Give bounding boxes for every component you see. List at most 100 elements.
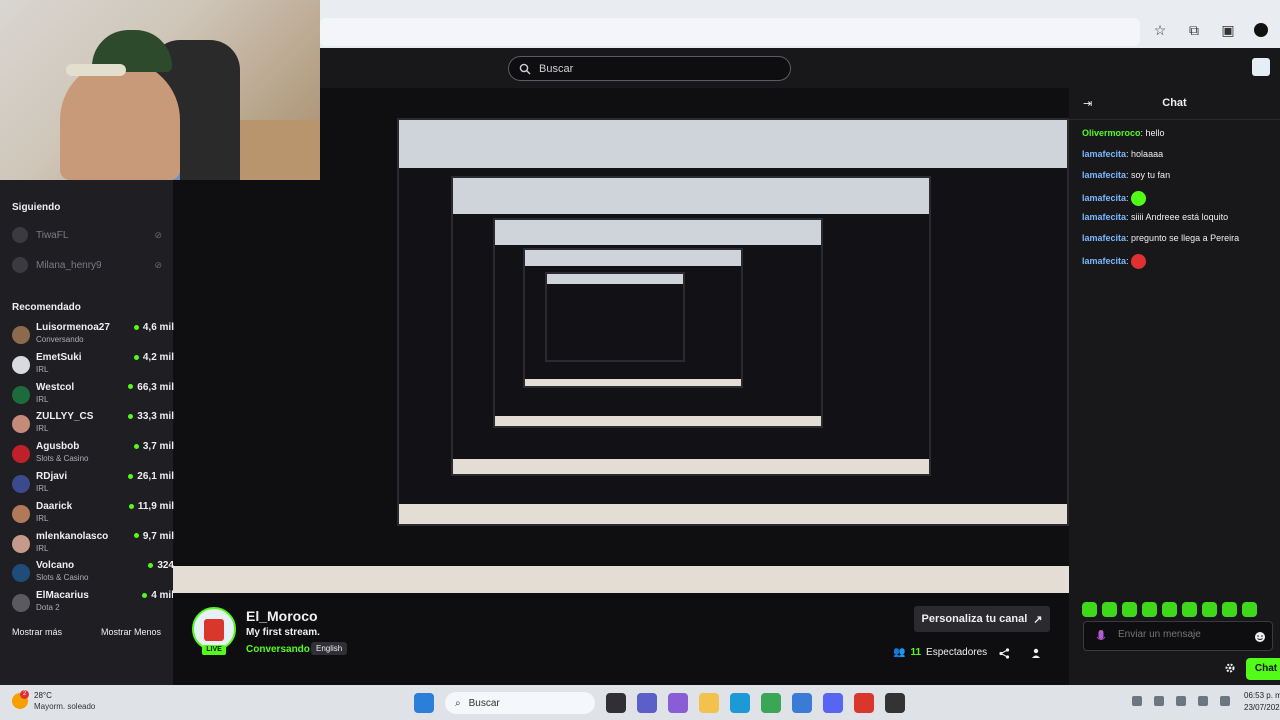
chat-text: soy tu fan (1131, 170, 1171, 180)
clock[interactable]: 06:53 p. m. 23/07/2024 (1244, 690, 1280, 714)
emote-icon[interactable] (1242, 602, 1257, 617)
store-icon[interactable] (792, 693, 812, 713)
emote-icon[interactable] (1182, 602, 1197, 617)
discord-icon[interactable] (823, 693, 843, 713)
address-bar[interactable] (320, 18, 1140, 46)
emote-icon[interactable] (1162, 602, 1177, 617)
cloud-icon[interactable] (1154, 696, 1164, 706)
chat-input-box[interactable] (1083, 621, 1273, 651)
app-icon[interactable] (854, 693, 874, 713)
search-icon: ⌕ (455, 697, 461, 709)
chevron-up-icon[interactable] (1132, 696, 1142, 706)
channel-category: IRL (36, 424, 49, 434)
follow-user-icon[interactable] (1031, 648, 1042, 659)
emote-icon[interactable] (1122, 602, 1137, 617)
language-tag[interactable]: English (311, 642, 348, 655)
emote-icon[interactable] (1202, 602, 1217, 617)
channel-avatar (12, 475, 30, 493)
gear-icon[interactable] (1224, 662, 1236, 674)
following-name: Milana_henry9 (36, 259, 102, 271)
emote-icon[interactable] (1142, 602, 1157, 617)
show-more-link[interactable]: Mostrar más (12, 627, 62, 637)
clock-time: 06:53 p. m. (1244, 691, 1280, 700)
live-dot-icon (128, 473, 134, 479)
mic-tray-icon[interactable] (1176, 696, 1186, 706)
share-icon[interactable] (999, 648, 1010, 659)
star-icon[interactable]: ☆ (1152, 22, 1168, 38)
viewer-count: 9,7 mil (133, 531, 174, 542)
recommended-item[interactable]: Luisormenoa27 Conversando 4,6 mil (12, 322, 174, 350)
channel-name: ZULLYY_CS (36, 411, 94, 423)
volume-icon[interactable] (1220, 696, 1230, 706)
channel-name: Luisormenoa27 (36, 322, 110, 333)
profile-icon[interactable] (1254, 23, 1268, 37)
show-less-link[interactable]: Mostrar Menos (101, 627, 161, 637)
emote-icon[interactable] (1082, 602, 1097, 617)
personalize-button[interactable]: Personaliza tu canal ↗ (914, 606, 1050, 632)
sidebar-icon[interactable]: ▣ (1220, 22, 1236, 38)
stream-info: LIVE El_Moroco My first stream. Conversa… (173, 593, 1069, 685)
task-view-icon[interactable] (606, 693, 626, 713)
chat-header: ⇥ Chat (1069, 88, 1280, 120)
chat-panel: ⇥ Chat Olivermoroco: hello lamafecita: ho… (1069, 88, 1280, 685)
channel-category: Slots & Casino (36, 454, 89, 464)
following-item[interactable]: TiwaFL ⊘ (12, 225, 162, 245)
search-input[interactable]: Buscar (508, 56, 791, 81)
emote-icon[interactable] (1102, 602, 1117, 617)
following-item[interactable]: Milana_henry9 ⊘ (12, 255, 162, 275)
channel-name: ElMacarius (36, 590, 89, 602)
recommended-item[interactable]: Agusbob Slots & Casino 3,7 mil (12, 441, 174, 469)
chat-username[interactable]: Olivermoroco (1082, 128, 1141, 138)
stream-category[interactable]: Conversando (246, 644, 310, 655)
chat-message: lamafecita: siiii Andreee está loquito (1082, 212, 1229, 222)
recommended-item[interactable]: mlenkanolasco IRL 9,7 mil (12, 530, 174, 559)
chat-username[interactable]: lamafecita (1082, 256, 1126, 266)
channel-category: IRL (36, 543, 49, 553)
chat-send-button[interactable]: Chat (1246, 658, 1280, 680)
windows-start-icon[interactable] (414, 693, 434, 713)
system-tray[interactable] (1132, 696, 1230, 706)
recommended-item[interactable]: Volcano Slots & Casino 324 (12, 560, 174, 588)
chat-username[interactable]: lamafecita (1082, 212, 1126, 222)
chat-input[interactable] (1118, 629, 1248, 640)
chat-username[interactable]: lamafecita (1082, 170, 1126, 180)
recommended-item[interactable]: ElMacarius Dota 2 4 mil (12, 590, 174, 618)
emoji-icon[interactable] (1254, 631, 1266, 643)
copilot-icon[interactable] (668, 693, 688, 713)
channel-name[interactable]: El_Moroco (246, 608, 318, 624)
recommended-item[interactable]: RDjavi IRL 26,1 mil (12, 471, 174, 499)
teams-icon[interactable] (637, 693, 657, 713)
recommended-item[interactable]: Westcol IRL 66,3 mil (12, 381, 174, 410)
user-avatar[interactable] (1252, 58, 1270, 76)
extensions-icon[interactable]: ⧉ (1186, 22, 1202, 38)
recommended-item[interactable]: Daarick IRL 11,9 mil (12, 501, 174, 529)
taskbar-search[interactable]: ⌕ Buscar (445, 692, 595, 714)
viewer-count: 11,9 mil (128, 501, 174, 512)
file-explorer-icon[interactable] (699, 693, 719, 713)
channel-avatar (12, 415, 30, 434)
channel-avatar (12, 257, 28, 273)
chat-username[interactable]: lamafecita (1082, 149, 1126, 159)
wifi-icon[interactable] (1198, 696, 1208, 706)
taskbar-search-label: Buscar (468, 697, 500, 709)
channel-name: Westcol (36, 381, 75, 393)
viewer-count: 26,1 mil (128, 471, 174, 482)
channel-name: Volcano (36, 560, 75, 572)
obs-icon[interactable] (885, 693, 905, 713)
emote-icon[interactable] (1222, 602, 1237, 617)
mic-icon[interactable] (1096, 630, 1106, 644)
edge-icon[interactable] (730, 693, 750, 713)
recommended-item[interactable]: EmetSuki IRL 4,2 mil (12, 352, 174, 380)
chat-username[interactable]: lamafecita (1082, 233, 1126, 243)
chat-text: siiii Andreee está loquito (1131, 212, 1229, 222)
recommended-item[interactable]: ZULLYY_CS IRL 33,3 mil (12, 411, 174, 439)
personalize-label: Personaliza tu canal (921, 613, 1028, 625)
chat-username[interactable]: lamafecita (1082, 193, 1126, 203)
channel-avatar (12, 227, 28, 243)
chat-message: lamafecita: holaaaa (1082, 149, 1164, 159)
chat-message: lamafecita: pregunto se llega a Pereira (1082, 233, 1240, 243)
channel-name: mlenkanolasco (36, 530, 109, 542)
channel-category: IRL (36, 394, 49, 404)
chrome-icon[interactable] (761, 693, 781, 713)
chat-message: lamafecita: (1082, 254, 1147, 269)
